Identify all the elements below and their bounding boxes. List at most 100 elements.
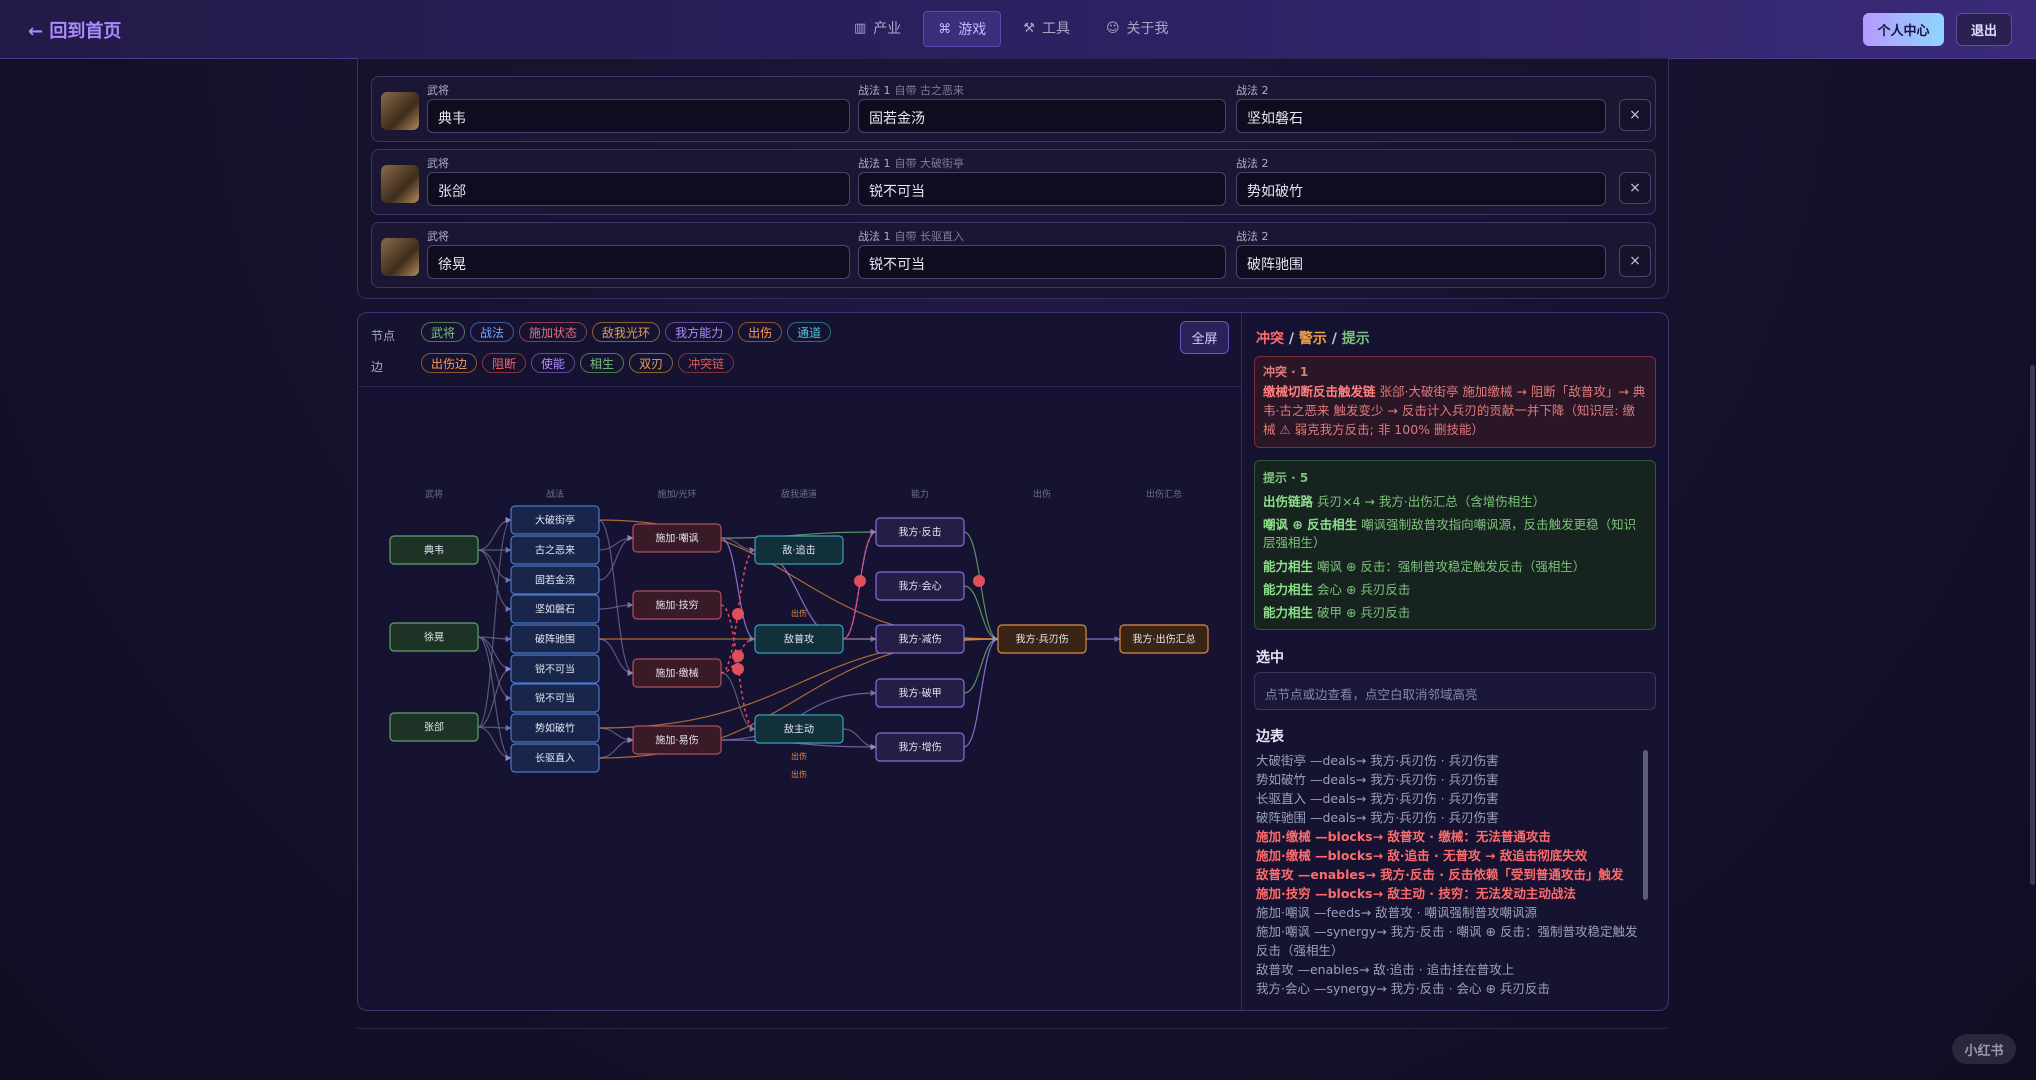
logout-button[interactable]: 退出 [1956, 13, 2012, 46]
edge-list-item[interactable]: 敌普攻 —enables→ 敌·追击 · 追击挂在普攻上 [1256, 960, 1646, 979]
graph-block-marker[interactable] [732, 608, 744, 620]
graph-block-marker[interactable] [973, 575, 985, 587]
filter-chip[interactable]: 冲突链 [678, 353, 735, 373]
skill1-input[interactable]: 锐不可当 [858, 172, 1226, 206]
nav-tools[interactable]: ⚒ 工具 [1009, 11, 1084, 45]
filter-chip[interactable]: 相生 [580, 353, 625, 373]
filter-chip[interactable]: 使能 [531, 353, 576, 373]
graph-node-total[interactable]: 我方·出伤汇总 [1119, 624, 1209, 654]
graph-edge[interactable] [963, 636, 999, 748]
edge-list-item[interactable]: 长驱直入 —deals→ 我方·兵刃伤 · 兵刃伤害 [1256, 789, 1646, 808]
hint-item[interactable]: 能力相生 会心 ⊕ 兵刃反击 [1263, 578, 1647, 601]
graph-node-channel[interactable]: 敌普攻 [754, 624, 844, 654]
remove-hero-button[interactable]: × [1619, 172, 1651, 204]
edge-list-item[interactable]: 施加·嘲讽 —synergy→ 我方·反击 · 嘲讽 ⊕ 反击：强制普攻稳定触发… [1256, 922, 1646, 960]
filter-chip[interactable]: 敌我光环 [592, 322, 661, 342]
hero-input[interactable]: 典韦 [427, 99, 850, 133]
edge-list-item[interactable]: 破阵驰围 —deals→ 我方·兵刃伤 · 兵刃伤害 [1256, 808, 1646, 827]
edge-list-item[interactable]: 施加·缴械 —blocks→ 敌普攻 · 缴械：无法普通攻击 [1256, 827, 1646, 846]
edge-list-item[interactable]: 敌普攻 —enables→ 我方·反击 · 反击依赖「受到普通攻击」触发 [1256, 865, 1646, 884]
edge-list-item[interactable]: 施加·嘲讽 —feeds→ 敌普攻 · 嘲讽强制普攻嘲讽源 [1256, 903, 1646, 922]
graph-node-skill[interactable]: 锐不可当 [510, 654, 600, 684]
filter-chip[interactable]: 阻断 [482, 353, 527, 373]
edge-list-item[interactable]: 势如破竹 —deals→ 我方·兵刃伤 · 兵刃伤害 [1256, 770, 1646, 789]
remove-hero-button[interactable]: × [1619, 99, 1651, 131]
hint-item[interactable]: 出伤链路 兵刃×4 → 我方·出伤汇总（含增伤相生） [1263, 490, 1647, 513]
graph-node-state[interactable]: 施加·缴械 [632, 658, 722, 688]
nav-game[interactable]: ⌘ 游戏 [923, 11, 1002, 47]
graph-node-state[interactable]: 施加·易伤 [632, 725, 722, 755]
page-scrollbar[interactable] [2030, 365, 2035, 885]
hero-input[interactable]: 张郃 [427, 172, 850, 206]
nav-industry[interactable]: ▥ 产业 [840, 11, 915, 45]
graph-block-marker[interactable] [732, 663, 744, 675]
graph-edge[interactable] [963, 636, 999, 694]
graph-edge[interactable] [598, 602, 634, 610]
edge-list-item[interactable]: 施加·缴械 —blocks→ 敌·追击 · 无普攻 → 敌追击彻底失效 [1256, 846, 1646, 865]
skill2-input[interactable]: 破阵驰围 [1236, 245, 1606, 279]
skill1-input[interactable]: 固若金汤 [858, 99, 1226, 133]
graph-node-ability[interactable]: 我方·减伤 [875, 624, 965, 654]
edge-list-scrollbar[interactable] [1643, 750, 1648, 900]
graph-node-skill[interactable]: 坚如磐石 [510, 594, 600, 624]
graph-node-skill[interactable]: 长驱直入 [510, 743, 600, 773]
graph-node-skill[interactable]: 古之恶来 [510, 535, 600, 565]
filter-chip[interactable]: 我方能力 [665, 322, 734, 342]
nav-about[interactable]: ☺ 关于我 [1092, 11, 1183, 45]
graph-node-hero[interactable]: 徐晃 [389, 622, 479, 652]
graph-node-hero[interactable]: 典韦 [389, 535, 479, 565]
graph-edge[interactable] [720, 672, 756, 732]
filter-chip[interactable]: 通道 [787, 322, 832, 342]
graph-edge[interactable] [477, 549, 512, 583]
graph-block-marker[interactable] [732, 650, 744, 662]
hero-input[interactable]: 徐晃 [427, 245, 850, 279]
skill2-input[interactable]: 势如破竹 [1236, 172, 1606, 206]
graph-edge[interactable] [720, 537, 756, 642]
graph-node-skill[interactable]: 固若金汤 [510, 565, 600, 595]
graph-node-skill[interactable]: 锐不可当 [510, 683, 600, 713]
graph-node-ability[interactable]: 我方·增伤 [875, 732, 965, 762]
graph-node-state[interactable]: 施加·嘲讽 [632, 523, 722, 553]
graph-edge[interactable] [842, 728, 877, 750]
graph-node-hero[interactable]: 张郃 [389, 712, 479, 742]
remove-hero-button[interactable]: × [1619, 245, 1651, 277]
filter-chip[interactable]: 出伤边 [421, 353, 478, 373]
graph-node-skill[interactable]: 大破街亭 [510, 505, 600, 535]
edge-list[interactable]: 大破街亭 —deals→ 我方·兵刃伤 · 兵刃伤害 势如破竹 —deals→ 我… [1256, 751, 1646, 998]
edge-list-item[interactable]: 大破街亭 —deals→ 我方·兵刃伤 · 兵刃伤害 [1256, 751, 1646, 770]
hint-item[interactable]: 能力相生 破甲 ⊕ 兵刃反击 [1263, 601, 1647, 624]
conflict-item[interactable]: 缴械切断反击触发链 张郃·大破街亭 施加缴械 → 阻断「敌普攻」→ 典韦·古之恶… [1263, 382, 1647, 439]
graph-edge[interactable] [477, 517, 512, 551]
filter-chip[interactable]: 出伤 [738, 322, 783, 342]
graph-node-ability[interactable]: 我方·反击 [875, 517, 965, 547]
graph-node-skill[interactable]: 势如破竹 [510, 713, 600, 743]
filter-chip[interactable]: 战法 [470, 322, 515, 342]
graph-node-state[interactable]: 施加·技穷 [632, 590, 722, 620]
filter-chip[interactable]: 施加状态 [519, 322, 588, 342]
graph-block-marker[interactable] [854, 575, 866, 587]
relationship-graph[interactable]: 武将 战法 施加/光环 敌我通道 能力 出伤 出伤汇总出伤出伤出伤典韦徐晃张郃大破街亭古之恶… [358, 386, 1241, 1006]
graph-edge[interactable] [598, 737, 634, 759]
hint-item[interactable]: 嘲讽 ⊕ 反击相生 嘲讽强制敌普攻指向嘲讽源，反击触发更稳（知识层强相生） [1263, 516, 1647, 552]
edge-list-item[interactable]: 我方·会心 —synergy→ 我方·反击 · 会心 ⊕ 兵刃反击 [1256, 979, 1646, 998]
graph-edge[interactable] [598, 519, 634, 676]
graph-node-channel[interactable]: 敌主动 [754, 714, 844, 744]
graph-edge[interactable] [963, 585, 999, 642]
edge-list-item[interactable]: 施加·技穷 —blocks→ 敌主动 · 技穷：无法发动主动战法 [1256, 884, 1646, 903]
filter-chip[interactable]: 武将 [421, 322, 466, 342]
profile-button[interactable]: 个人中心 [1863, 13, 1944, 46]
graph-node-ability[interactable]: 我方·破甲 [875, 678, 965, 708]
graph-node-damage[interactable]: 我方·兵刃伤 [997, 624, 1087, 654]
graph-edge[interactable] [720, 537, 756, 553]
hint-text: 会心 ⊕ 兵刃反击 [1313, 582, 1411, 597]
hint-item[interactable]: 能力相生 嘲讽 ⊕ 反击：强制普攻稳定触发反击（强相生） [1263, 555, 1647, 578]
graph-node-ability[interactable]: 我方·会心 [875, 571, 965, 601]
skill1-input[interactable]: 锐不可当 [858, 245, 1226, 279]
graph-node-skill[interactable]: 破阵驰围 [510, 624, 600, 654]
graph-edge[interactable] [598, 727, 634, 743]
fullscreen-button[interactable]: 全屏 [1180, 321, 1229, 354]
graph-node-channel[interactable]: 敌·追击 [754, 535, 844, 565]
back-home-link[interactable]: ← 回到首页 [28, 17, 121, 43]
skill2-input[interactable]: 坚如磐石 [1236, 99, 1606, 133]
filter-chip[interactable]: 双刃 [629, 353, 674, 373]
